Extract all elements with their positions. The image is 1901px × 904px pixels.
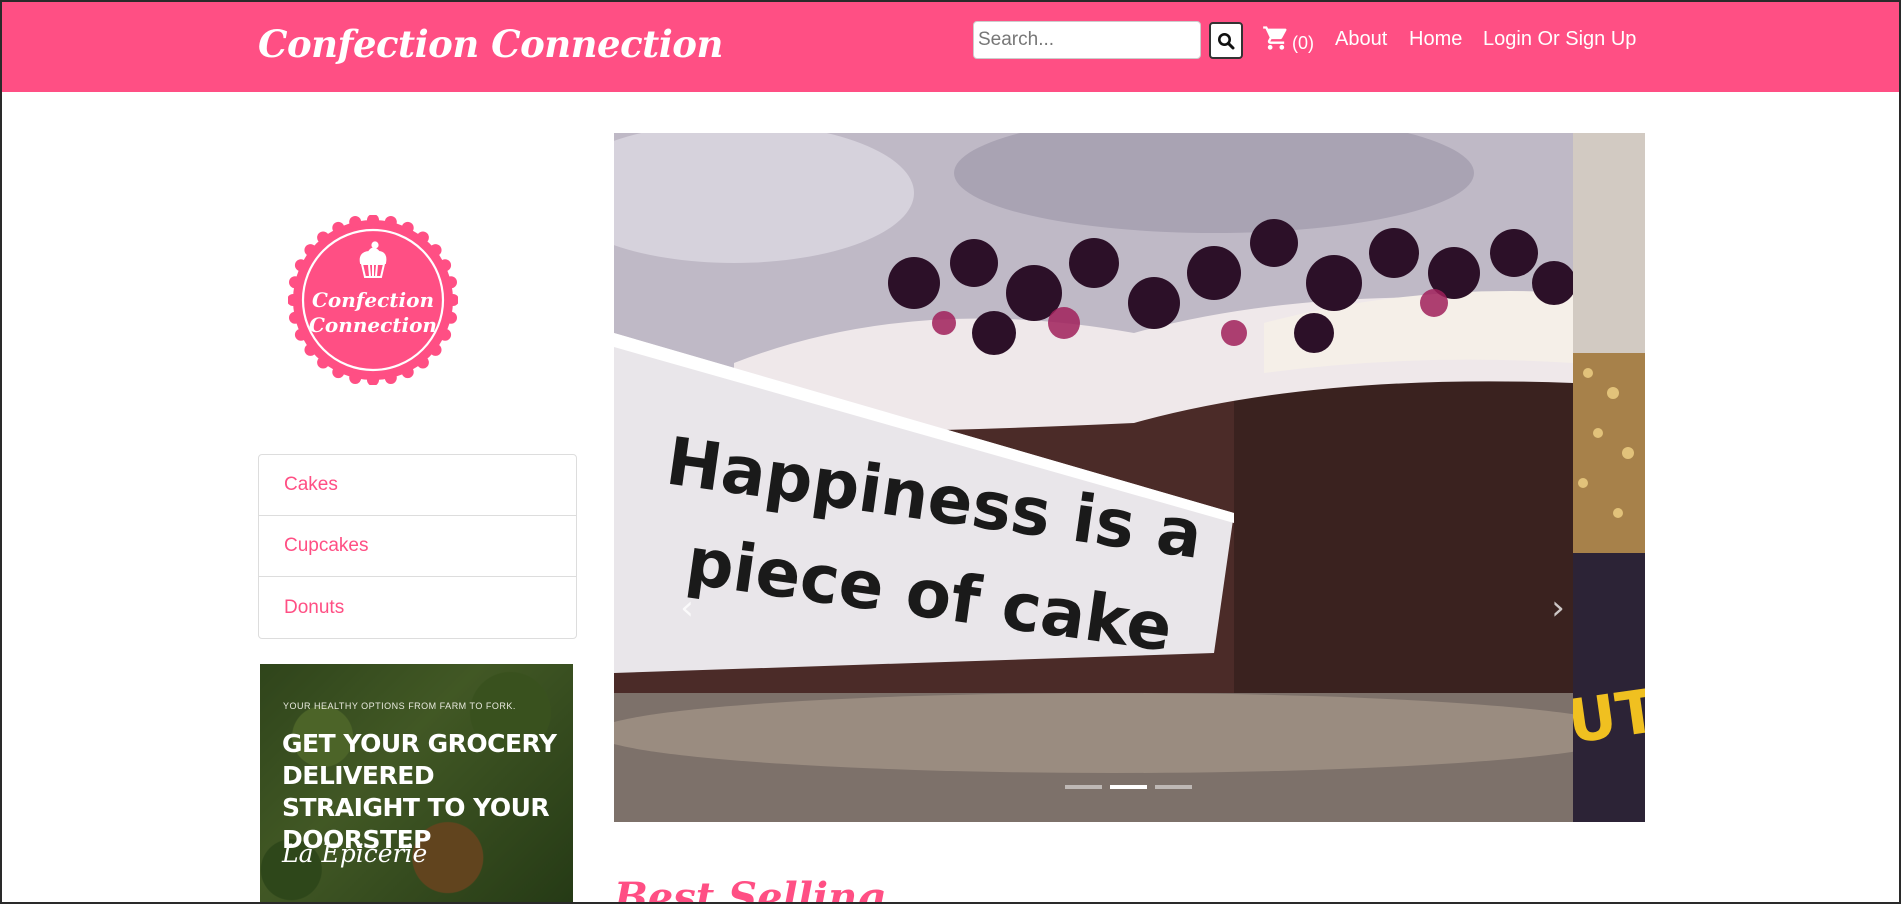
logo-scallop — [401, 366, 414, 379]
carousel-indicator-1[interactable] — [1065, 785, 1102, 789]
category-item-donuts[interactable]: Donuts — [259, 577, 576, 638]
logo-scallop — [401, 221, 414, 234]
browser-viewport: Confection Connection (0) About Home Log… — [0, 0, 1901, 904]
donut-photo: UT — [1573, 133, 1645, 822]
logo-line-1: Confection — [312, 288, 434, 312]
logo-scallop — [429, 343, 442, 356]
logo-scallop — [384, 216, 397, 229]
cake-photo: Happiness is a piece of cake — [614, 133, 1573, 822]
cupcake-badge-icon: Confection Connection — [287, 214, 459, 386]
search-input[interactable] — [973, 21, 1201, 59]
brand-logo-text[interactable]: Confection Connection — [258, 22, 723, 66]
category-item-cakes[interactable]: Cakes — [259, 455, 576, 516]
logo-scallop — [444, 276, 457, 289]
logo-scallop — [439, 328, 452, 341]
logo-scallop — [317, 356, 330, 369]
ad-tagline: YOUR HEALTHY OPTIONS FROM FARM TO FORK. — [283, 701, 516, 711]
best-selling-heading: Best Selling — [614, 874, 886, 904]
logo-scallop — [289, 311, 302, 324]
logo-scallop — [317, 231, 330, 244]
logo-scallop — [384, 371, 397, 384]
logo-scallop — [304, 343, 317, 356]
logo-scallop — [439, 259, 452, 272]
nav-link-about[interactable]: About — [1335, 28, 1387, 51]
search-button[interactable] — [1209, 22, 1243, 59]
navbar: Confection Connection (0) About Home Log… — [2, 2, 1901, 92]
carousel-indicator-2[interactable] — [1110, 785, 1147, 789]
cart-button[interactable]: (0) — [1262, 24, 1314, 53]
ad-headline: GET YOUR GROCERY DELIVERED STRAIGHT TO Y… — [282, 729, 557, 854]
logo-scallop — [416, 231, 429, 244]
carousel-slide-active: Happiness is a piece of cake — [614, 133, 1573, 822]
site-logo-badge[interactable]: Confection Connection — [287, 214, 459, 386]
chevron-left-icon: ‹ — [680, 588, 694, 628]
search-icon — [1218, 32, 1235, 49]
shopping-cart-icon — [1263, 26, 1287, 50]
logo-scallop — [429, 244, 442, 257]
ad-brand-name: La Epicerie — [282, 839, 428, 868]
logo-line-2: Connection — [309, 313, 437, 337]
logo-scallop — [289, 276, 302, 289]
carousel-prev-button[interactable]: ‹ — [672, 588, 702, 628]
category-item-cupcakes[interactable]: Cupcakes — [259, 516, 576, 577]
chevron-right-icon: › — [1551, 588, 1565, 628]
cart-count: (0) — [1292, 33, 1314, 53]
category-list: Cakes Cupcakes Donuts — [258, 454, 577, 639]
hero-carousel: Happiness is a piece of cake UT ‹ › — [614, 133, 1645, 822]
logo-scallop — [416, 356, 429, 369]
nav-link-login-signup[interactable]: Login Or Sign Up — [1483, 28, 1636, 51]
carousel-slide-next: UT — [1573, 133, 1645, 822]
logo-scallop — [332, 366, 345, 379]
logo-scallop — [349, 216, 362, 229]
logo-scallop — [332, 221, 345, 234]
carousel-next-button[interactable]: › — [1543, 588, 1573, 628]
logo-scallop — [294, 259, 307, 272]
logo-scallop — [444, 311, 457, 324]
logo-scallop — [304, 244, 317, 257]
logo-scallop — [294, 328, 307, 341]
logo-scallop — [349, 371, 362, 384]
next-slide-text: UT — [1573, 676, 1645, 758]
nav-link-home[interactable]: Home — [1409, 28, 1462, 51]
carousel-indicator-3[interactable] — [1155, 785, 1192, 789]
carousel-indicators — [1065, 785, 1192, 789]
grocery-ad-banner[interactable]: YOUR HEALTHY OPTIONS FROM FARM TO FORK. … — [260, 664, 573, 902]
